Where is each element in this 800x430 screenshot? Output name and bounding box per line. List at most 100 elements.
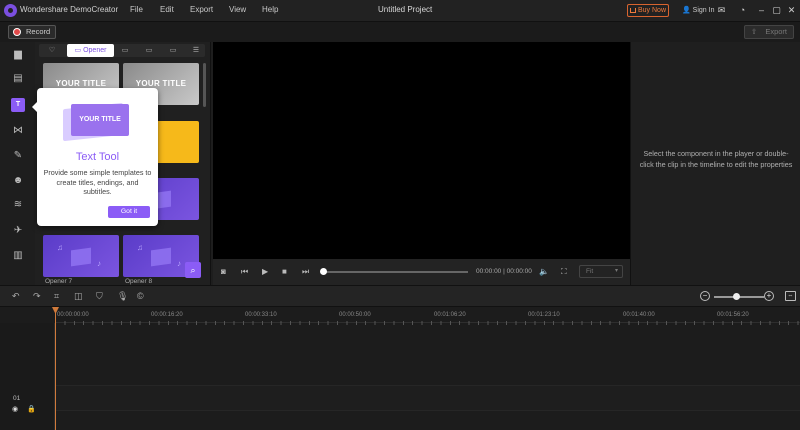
- export-label: Export: [765, 27, 787, 36]
- text-tool-popover: YOUR TITLE Text Tool Provide some simple…: [32, 88, 158, 226]
- title-bar: Wondershare DemoCreator File Edit Export…: [0, 0, 800, 22]
- sign-in-link[interactable]: 👤 Sign In: [682, 6, 714, 14]
- tab-opener[interactable]: ▭ Opener: [67, 44, 114, 57]
- tab-more-icon[interactable]: ☰: [189, 46, 203, 55]
- fit-dropdown-label: Fit: [586, 268, 594, 275]
- text-tool-illustration: YOUR TITLE: [63, 100, 129, 142]
- cart-icon: [629, 8, 636, 13]
- record-dot-icon: [13, 28, 21, 36]
- next-frame-icon[interactable]: ⏭: [302, 266, 309, 278]
- export-icon: ⇧: [751, 27, 758, 36]
- template-label: Opener 7: [45, 278, 73, 285]
- close-icon[interactable]: ✕: [786, 5, 797, 16]
- ruler-label: 00:00:33:10: [245, 312, 277, 318]
- menu-help[interactable]: Help: [262, 5, 278, 14]
- track-number: 01: [13, 395, 21, 402]
- menu-view[interactable]: View: [229, 5, 246, 14]
- record-button[interactable]: Record: [8, 25, 56, 39]
- buy-now-button[interactable]: Buy Now: [627, 4, 669, 17]
- tab-subtitle-icon[interactable]: ▭: [142, 46, 156, 55]
- video-preview[interactable]: [213, 42, 630, 259]
- eye-icon[interactable]: ◉: [12, 405, 18, 413]
- ruler-label: 00:00:16:20: [151, 312, 183, 318]
- tab-ending-icon[interactable]: ▭: [166, 46, 180, 55]
- thumb-title-text: YOUR TITLE: [135, 79, 187, 88]
- app-logo-icon: [4, 4, 17, 17]
- tool-rail: ▆ ▤ T ⋈ ✎ ☻ ≋ ✈ ▥: [0, 42, 35, 285]
- playback-progress[interactable]: [324, 271, 468, 273]
- illustration-title-text: YOUR TITLE: [71, 104, 129, 136]
- minimize-icon[interactable]: –: [756, 5, 767, 16]
- template-thumb-opener-7[interactable]: ♫ ♪: [43, 235, 119, 277]
- thumb-title-text: YOUR TITLE: [55, 79, 107, 88]
- record-label: Record: [26, 27, 51, 36]
- properties-panel: Select the component in the player or do…: [630, 42, 800, 285]
- sign-in-label: Sign In: [692, 7, 715, 14]
- maximize-icon[interactable]: ▢: [771, 5, 782, 16]
- app-name: Wondershare DemoCreator: [20, 5, 119, 14]
- progress-knob[interactable]: [320, 268, 327, 275]
- zoom-in-icon[interactable]: +: [764, 291, 774, 301]
- stop-icon[interactable]: ■: [282, 266, 287, 278]
- timecode: 00:00:00 | 00:00:00: [476, 268, 532, 275]
- popover-title: Text Tool: [75, 151, 120, 163]
- timeline: 00:00:00:00 00:00:16:20 00:00:33:10 00:0…: [0, 307, 800, 430]
- lock-icon[interactable]: 🔒: [27, 405, 36, 413]
- pin-icon[interactable]: ✈: [11, 224, 25, 238]
- zoom-slider-knob[interactable]: [733, 293, 740, 300]
- split-icon[interactable]: ◫: [74, 291, 83, 302]
- document-title: Untitled Project: [378, 5, 433, 14]
- ruler-label: 00:00:00:00: [57, 312, 89, 318]
- menu-export[interactable]: Export: [190, 5, 213, 14]
- ruler-label: 00:01:56:20: [717, 312, 749, 318]
- volume-icon[interactable]: 🔈: [539, 266, 549, 278]
- support-icon[interactable]: ◔: [737, 5, 748, 16]
- template-label: Opener 8: [125, 278, 153, 285]
- properties-hint: Select the component in the player or do…: [639, 149, 793, 169]
- redo-icon[interactable]: ↷: [33, 291, 41, 302]
- buy-now-label: Buy Now: [637, 7, 666, 14]
- library-tabs: ♡ ▭ Opener ▭ ▭ ▭ ☰: [39, 44, 205, 57]
- record-bar: Record ⇧ Export: [0, 22, 800, 42]
- export-button[interactable]: ⇧ Export: [744, 25, 794, 39]
- menu-file[interactable]: File: [130, 5, 143, 14]
- snapshot-icon[interactable]: ◙: [221, 266, 226, 278]
- previous-frame-icon[interactable]: ⏮: [241, 266, 248, 278]
- annotation-icon[interactable]: ▤: [11, 72, 25, 86]
- menu-edit[interactable]: Edit: [160, 5, 174, 14]
- media-folder-icon[interactable]: ▆: [11, 48, 25, 62]
- undo-icon[interactable]: ↶: [12, 291, 20, 302]
- zoom-out-icon[interactable]: −: [700, 291, 710, 301]
- time-ruler[interactable]: 00:00:00:00 00:00:16:20 00:00:33:10 00:0…: [55, 307, 800, 325]
- store-icon[interactable]: ▥: [11, 249, 25, 263]
- ruler-label: 00:01:40:00: [623, 312, 655, 318]
- playhead[interactable]: [55, 307, 56, 430]
- microphone-icon[interactable]: 🎙: [117, 291, 128, 302]
- popover-description: Provide some simple templates to create …: [43, 168, 152, 196]
- ruler-label: 00:01:23:10: [528, 312, 560, 318]
- track-header-column: [0, 323, 55, 430]
- effects-icon[interactable]: ✎: [11, 149, 25, 163]
- search-button[interactable]: ⌕: [185, 262, 201, 278]
- ruler-label: 00:01:06:20: [434, 312, 466, 318]
- text-tool-icon[interactable]: T: [11, 98, 25, 112]
- sticker-icon[interactable]: ☻: [11, 174, 25, 188]
- tab-opener-label: Opener: [83, 47, 107, 54]
- marker-icon[interactable]: ⛉: [96, 291, 103, 302]
- audio-icon[interactable]: ≋: [11, 198, 25, 212]
- favorites-tab-icon[interactable]: ♡: [45, 46, 59, 55]
- tab-lower-third-icon[interactable]: ▭: [118, 46, 132, 55]
- play-icon[interactable]: ▶: [262, 266, 268, 278]
- caption-icon[interactable]: ©: [137, 291, 144, 302]
- library-scrollbar[interactable]: [203, 63, 206, 107]
- track-row[interactable]: [55, 385, 800, 411]
- fit-timeline-icon[interactable]: ⇔: [785, 291, 796, 301]
- crop-icon[interactable]: ⌗: [54, 291, 59, 302]
- mail-icon[interactable]: ✉: [716, 5, 727, 16]
- transition-icon[interactable]: ⋈: [11, 124, 25, 138]
- fullscreen-icon[interactable]: ⛶: [561, 266, 567, 278]
- fit-dropdown[interactable]: Fit: [579, 265, 623, 278]
- ruler-label: 00:00:50:00: [339, 312, 371, 318]
- timeline-toolbar: ↶ ↷ ⌗ ◫ ⛉ 🎙 © − + ⇔: [0, 285, 800, 307]
- got-it-button[interactable]: Got it: [108, 206, 150, 218]
